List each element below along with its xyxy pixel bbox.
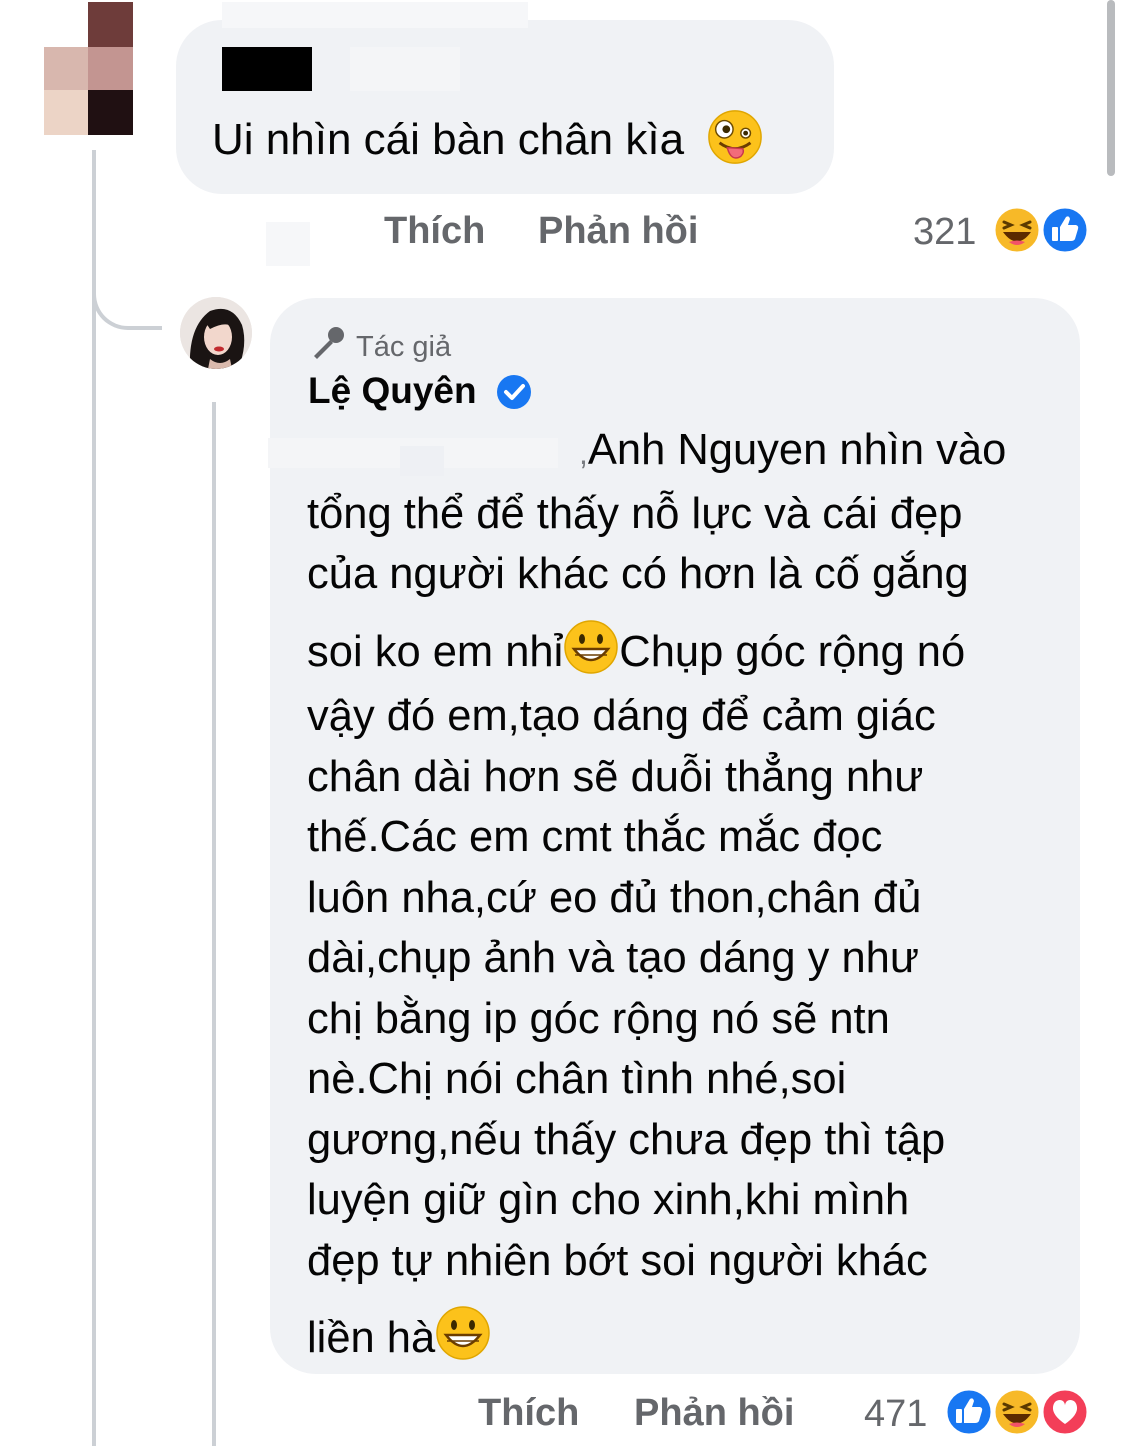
verified-badge-icon xyxy=(497,375,531,409)
author-avatar[interactable] xyxy=(180,297,252,369)
haha-icon[interactable] xyxy=(992,1387,1042,1437)
reply-text: ,Anh Nguyen nhìn vào tổng thể để thấy nỗ… xyxy=(307,426,1007,1362)
reaction-count[interactable]: 321 xyxy=(913,211,976,254)
love-icon[interactable] xyxy=(1040,1387,1090,1437)
grinning-face-icon xyxy=(436,1306,490,1360)
author-badge: Tác giả xyxy=(308,326,451,364)
mention-link[interactable]: Anh Nguyen xyxy=(588,426,827,474)
redacted-region xyxy=(266,222,310,266)
redacted-name xyxy=(222,47,312,91)
thread-connector xyxy=(92,250,162,330)
reply-thread-line xyxy=(212,402,216,1446)
microphone-icon xyxy=(314,327,344,359)
comment-text: Ui nhìn cái bàn chân kìa xyxy=(212,108,764,170)
reply-button[interactable]: Phản hồi xyxy=(634,1392,794,1435)
redacted-region xyxy=(222,2,528,28)
like-icon[interactable] xyxy=(944,1387,994,1437)
scrollbar[interactable] xyxy=(1107,0,1115,176)
redacted-region xyxy=(350,47,460,91)
thread-line xyxy=(92,150,96,1446)
grinning-face-icon xyxy=(564,619,619,674)
reply-button[interactable]: Phản hồi xyxy=(538,210,698,253)
haha-icon[interactable] xyxy=(992,205,1042,255)
like-button[interactable]: Thích xyxy=(384,210,485,253)
zany-face-icon xyxy=(708,110,763,164)
reaction-count[interactable]: 471 xyxy=(864,1393,927,1436)
like-button[interactable]: Thích xyxy=(478,1392,579,1435)
author-name[interactable]: Lệ Quyên xyxy=(308,370,477,412)
like-icon[interactable] xyxy=(1040,205,1090,255)
